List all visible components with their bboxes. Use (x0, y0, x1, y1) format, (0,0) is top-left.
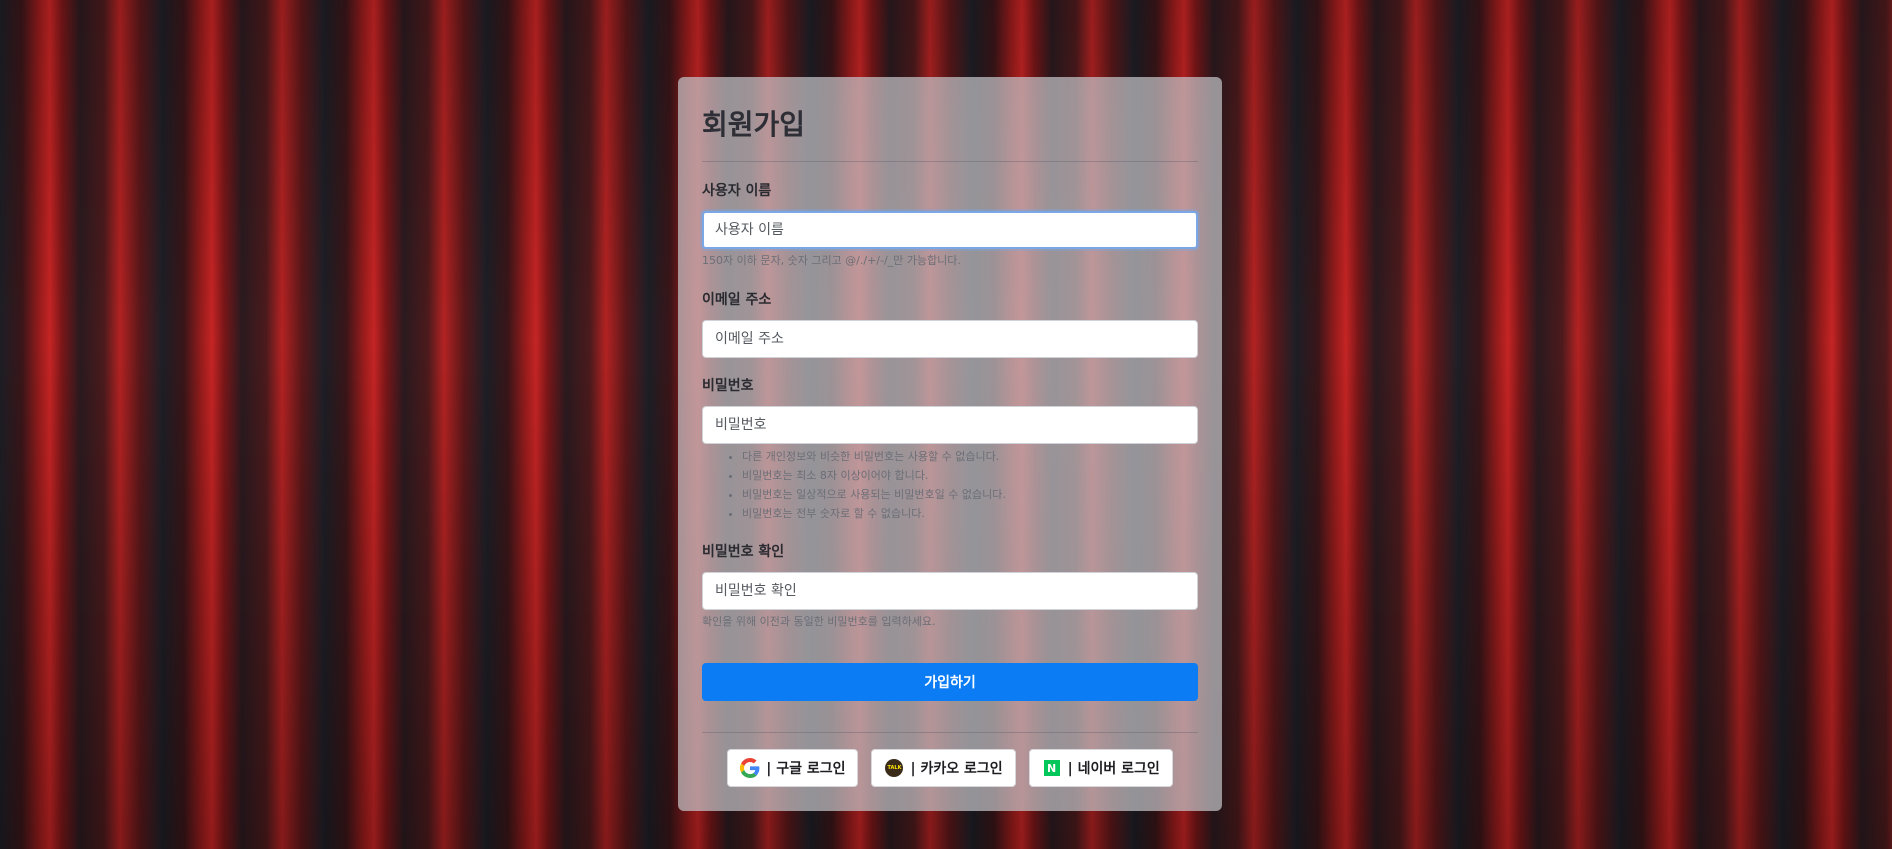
naver-login-label: | 네이버 로그인 (1067, 761, 1160, 777)
google-icon (740, 758, 760, 778)
title-divider (702, 161, 1198, 162)
naver-icon: N (1042, 758, 1062, 778)
signup-card: 회원가입 사용자 이름 150자 이하 문자, 숫자 그리고 @/./+/-/_… (678, 77, 1222, 811)
password-label: 비밀번호 (702, 378, 754, 394)
naver-icon-text: N (1047, 761, 1057, 775)
social-login-row: | 구글 로그인 TALK | 카카오 로그인 N | 네이버 로그인 (702, 749, 1198, 787)
username-label: 사용자 이름 (702, 183, 772, 199)
password-rule-item: 비밀번호는 전부 숫자로 할 수 없습니다. (742, 504, 1006, 523)
password-rule-item: 비밀번호는 일상적으로 사용되는 비밀번호일 수 없습니다. (742, 485, 1006, 504)
email-input[interactable] (702, 320, 1198, 358)
username-help: 150자 이하 문자, 숫자 그리고 @/./+/-/_만 가능합니다. (702, 254, 961, 267)
password-input[interactable] (702, 406, 1198, 444)
password-rule-item: 다른 개인정보와 비슷한 비밀번호는 사용할 수 없습니다. (742, 447, 1006, 466)
password-rule-item: 비밀번호는 최소 8자 이상이어야 합니다. (742, 466, 1006, 485)
password-confirm-label: 비밀번호 확인 (702, 544, 785, 560)
password-confirm-input[interactable] (702, 572, 1198, 610)
username-input[interactable] (702, 211, 1198, 249)
kakao-login-button[interactable]: TALK | 카카오 로그인 (871, 749, 1016, 787)
email-label: 이메일 주소 (702, 292, 772, 308)
google-login-label: | 구글 로그인 (766, 761, 846, 777)
password-rules-list: 다른 개인정보와 비슷한 비밀번호는 사용할 수 없습니다. 비밀번호는 최소 … (702, 447, 1006, 523)
signup-submit-button[interactable]: 가입하기 (702, 663, 1198, 701)
password-confirm-help: 확인을 위해 이전과 동일한 비밀번호를 입력하세요. (702, 615, 936, 628)
kakao-login-label: | 카카오 로그인 (910, 761, 1003, 777)
naver-login-button[interactable]: N | 네이버 로그인 (1028, 749, 1173, 787)
social-divider (702, 732, 1198, 733)
google-login-button[interactable]: | 구글 로그인 (727, 749, 859, 787)
page-title: 회원가입 (702, 108, 806, 141)
kakao-talk-icon: TALK (884, 758, 904, 778)
curtain-background: 회원가입 사용자 이름 150자 이하 문자, 숫자 그리고 @/./+/-/_… (0, 0, 1892, 849)
kakao-icon-text: TALK (887, 765, 902, 771)
